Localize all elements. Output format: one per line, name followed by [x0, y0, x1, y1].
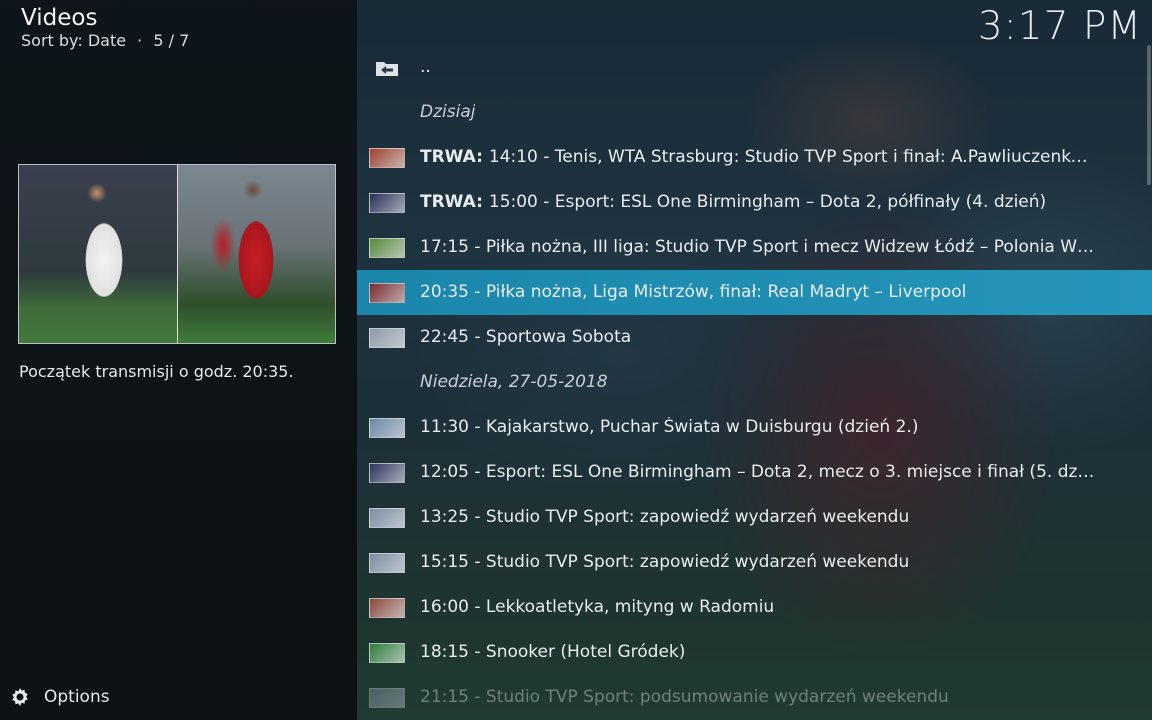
item-plot: Początek transmisji o godz. 20:35.	[19, 362, 294, 381]
list-item-label: 16:00 - Lekkoatletyka, mityng w Radomiu	[420, 597, 775, 617]
sort-info[interactable]: Sort by: Date · 5 / 7	[21, 31, 195, 50]
list-item-selected[interactable]: 20:35 - Piłka nożna, Liga Mistrzów, fina…	[357, 270, 1152, 315]
item-thumbnail-icon	[369, 283, 405, 303]
live-prefix: TRWA:	[420, 192, 489, 212]
section-header-today: Dzisiaj	[357, 90, 1152, 135]
list-item[interactable]: 11:30 - Kajakarstwo, Puchar Świata w Dui…	[357, 405, 1152, 450]
list-item[interactable]: 15:15 - Studio TVP Sport: zapowiedź wyda…	[357, 540, 1152, 585]
section-label: Dzisiaj	[420, 102, 476, 122]
item-thumbnail-icon	[369, 553, 405, 573]
list-item-label: 20:35 - Piłka nożna, Liga Mistrzów, fina…	[420, 282, 967, 302]
item-thumbnail-icon	[369, 238, 405, 258]
item-position: 5 / 7	[153, 31, 190, 50]
list-item[interactable]: 22:45 - Sportowa Sobota	[357, 315, 1152, 360]
item-thumbnail-icon	[369, 193, 405, 213]
list-item[interactable]: 12:05 - Esport: ESL One Birmingham – Dot…	[357, 450, 1152, 495]
sort-label[interactable]: Sort by: Date	[21, 31, 126, 50]
list-item-label: TRWA: 15:00 - Esport: ESL One Birmingham…	[420, 192, 1046, 212]
list-item[interactable]: 16:00 - Lekkoatletyka, mityng w Radomiu	[357, 585, 1152, 630]
list-item-label: ..	[420, 57, 431, 77]
list-item-label: TRWA: 14:10 - Tenis, WTA Strasburg: Stud…	[420, 147, 1095, 167]
thumbnail-left-player	[19, 165, 177, 343]
page-title: Videos	[21, 5, 98, 31]
gear-icon	[12, 688, 28, 706]
list-item-label: 13:25 - Studio TVP Sport: zapowiedź wyda…	[420, 507, 910, 527]
list-item[interactable]: TRWA: 15:00 - Esport: ESL One Birmingham…	[357, 180, 1152, 225]
thumbnail-right-player	[177, 165, 335, 343]
list-item[interactable]: 13:25 - Studio TVP Sport: zapowiedź wyda…	[357, 495, 1152, 540]
list-item-parent[interactable]: ..	[357, 45, 1152, 90]
list-item-label: 11:30 - Kajakarstwo, Puchar Świata w Dui…	[420, 417, 919, 437]
list-item[interactable]: 17:15 - Piłka nożna, III liga: Studio TV…	[357, 225, 1152, 270]
item-thumbnail-icon	[369, 688, 405, 708]
info-panel	[0, 0, 357, 720]
list-item-label: 22:45 - Sportowa Sobota	[420, 327, 632, 347]
list-item[interactable]: 21:15 - Studio TVP Sport: podsumowanie w…	[357, 675, 1152, 720]
item-thumbnail-icon	[369, 328, 405, 348]
item-thumbnail-icon	[369, 508, 405, 528]
item-thumbnail-icon	[369, 463, 405, 483]
item-thumbnail-icon	[369, 148, 405, 168]
item-thumbnail-icon	[369, 643, 405, 663]
selected-item-thumbnail	[18, 164, 336, 344]
options-button[interactable]: Options	[10, 687, 110, 707]
list-item-label: 18:15 - Snooker (Hotel Gródek)	[420, 642, 686, 662]
options-label: Options	[44, 687, 110, 707]
list-item-label: 15:15 - Studio TVP Sport: zapowiedź wyda…	[420, 552, 910, 572]
item-title: 14:10 - Tenis, WTA Strasburg: Studio TVP…	[488, 147, 1095, 167]
list-item[interactable]: 18:15 - Snooker (Hotel Gródek)	[357, 630, 1152, 675]
folder-back-icon	[376, 62, 398, 76]
section-header-sunday: Niedziela, 27-05-2018	[357, 360, 1152, 405]
sort-separator: ·	[137, 31, 143, 50]
list-item-label: 21:15 - Studio TVP Sport: podsumowanie w…	[420, 687, 949, 707]
item-thumbnail-icon	[369, 598, 405, 618]
item-thumbnail-icon	[369, 418, 405, 438]
list-scrollbar[interactable]	[1147, 45, 1151, 185]
item-title: 15:00 - Esport: ESL One Birmingham – Dot…	[488, 192, 1047, 212]
section-label: Niedziela, 27-05-2018	[420, 372, 608, 392]
list-item-label: 12:05 - Esport: ESL One Birmingham – Dot…	[420, 462, 1095, 482]
list-item-label: 17:15 - Piłka nożna, III liga: Studio TV…	[420, 237, 1095, 257]
clock: 3:17 PM	[977, 4, 1142, 49]
live-prefix: TRWA:	[420, 147, 489, 167]
list-item[interactable]: TRWA: 14:10 - Tenis, WTA Strasburg: Stud…	[357, 135, 1152, 180]
